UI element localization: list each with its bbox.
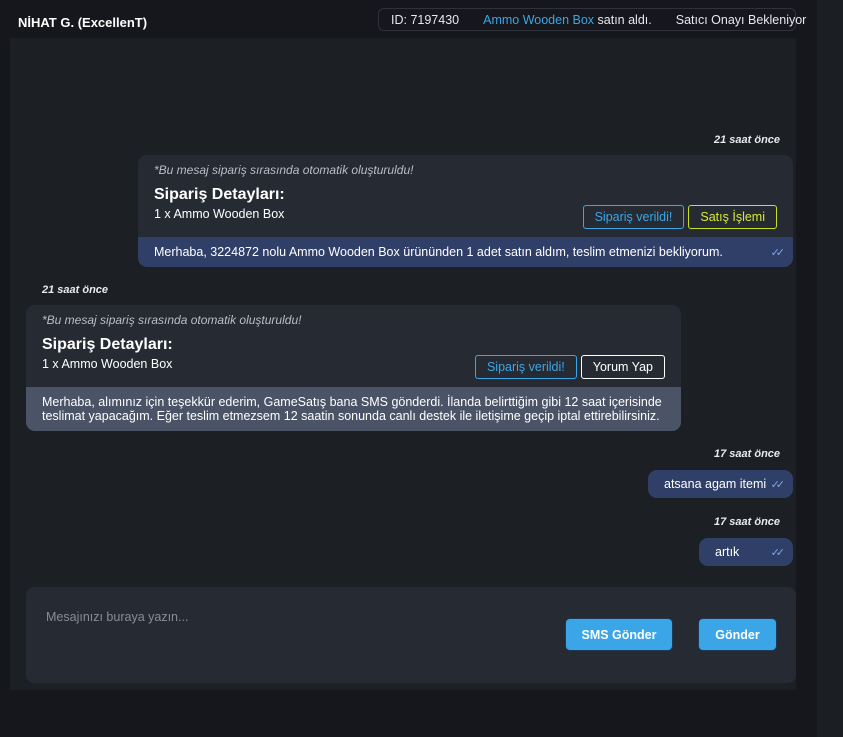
order-card-actions: Sipariş verildi! Yorum Yap — [474, 355, 665, 379]
order-placed-button[interactable]: Sipariş verildi! — [474, 355, 577, 379]
purchase-text: satın aldı. — [597, 12, 652, 27]
order-message-text: Merhaba, 3224872 nolu Ammo Wooden Box ür… — [154, 245, 723, 259]
order-detail-card-incoming: *Bu mesaj sipariş sırasında otomatik olu… — [26, 305, 681, 431]
order-details-title: Sipariş Detayları: — [154, 186, 285, 203]
order-message-text-box: Merhaba, 3224872 nolu Ammo Wooden Box ür… — [138, 237, 793, 267]
chat-user-name: NİHAT G. (ExcellenT) — [18, 15, 148, 30]
product-link[interactable]: Ammo Wooden Box — [483, 13, 594, 27]
chat-message-bubble: atsana agam itemi ✓✓ — [648, 470, 793, 498]
page-scroll-gutter — [817, 0, 843, 737]
order-message-text-box: Merhaba, alımınız için teşekkür ederim, … — [26, 387, 681, 431]
order-details-title: Sipariş Detayları: — [42, 336, 173, 353]
order-placed-button[interactable]: Sipariş verildi! — [582, 205, 685, 229]
order-card-header: *Bu mesaj sipariş sırasında otomatik olu… — [138, 155, 793, 237]
chat-message-bubble: artık ✓✓ — [699, 538, 793, 566]
order-card-actions: Sipariş verildi! Satış İşlemi — [582, 205, 777, 229]
chat-message-text: artık — [715, 545, 740, 559]
order-product-summary: Ammo Wooden Box satın aldı. — [471, 13, 664, 27]
auto-message-note: *Bu mesaj sipariş sırasında otomatik olu… — [42, 313, 302, 327]
send-button[interactable]: Gönder — [699, 619, 776, 650]
read-receipt-icon: ✓✓ — [770, 479, 786, 491]
read-receipt-icon: ✓✓ — [770, 547, 786, 559]
send-sms-button[interactable]: SMS Gönder — [566, 619, 672, 650]
message-timestamp: 17 saat önce — [714, 448, 781, 460]
message-composer: SMS Gönder Gönder — [26, 587, 796, 683]
order-card-header: *Bu mesaj sipariş sırasında otomatik olu… — [26, 305, 681, 387]
order-message-text: Merhaba, alımınız için teşekkür ederim, … — [42, 395, 662, 423]
message-input[interactable] — [46, 607, 526, 627]
auto-message-note: *Bu mesaj sipariş sırasında otomatik olu… — [154, 163, 414, 177]
order-status: Satıcı Onayı Bekleniyor — [675, 12, 807, 27]
read-receipt-icon: ✓✓ — [770, 247, 786, 259]
order-detail-card-outgoing: *Bu mesaj sipariş sırasında otomatik olu… — [138, 155, 793, 267]
order-info-bar: ID: 7197430 Ammo Wooden Box satın aldı. … — [378, 8, 806, 31]
message-timestamp: 17 saat önce — [714, 516, 781, 528]
message-timestamp: 21 saat önce — [42, 284, 109, 296]
write-review-button[interactable]: Yorum Yap — [580, 355, 665, 379]
order-id: ID: 7197430 — [391, 12, 460, 27]
sales-process-button[interactable]: Satış İşlemi — [688, 205, 777, 229]
message-timestamp: 21 saat önce — [714, 134, 781, 146]
chat-message-text: atsana agam itemi — [664, 477, 767, 491]
